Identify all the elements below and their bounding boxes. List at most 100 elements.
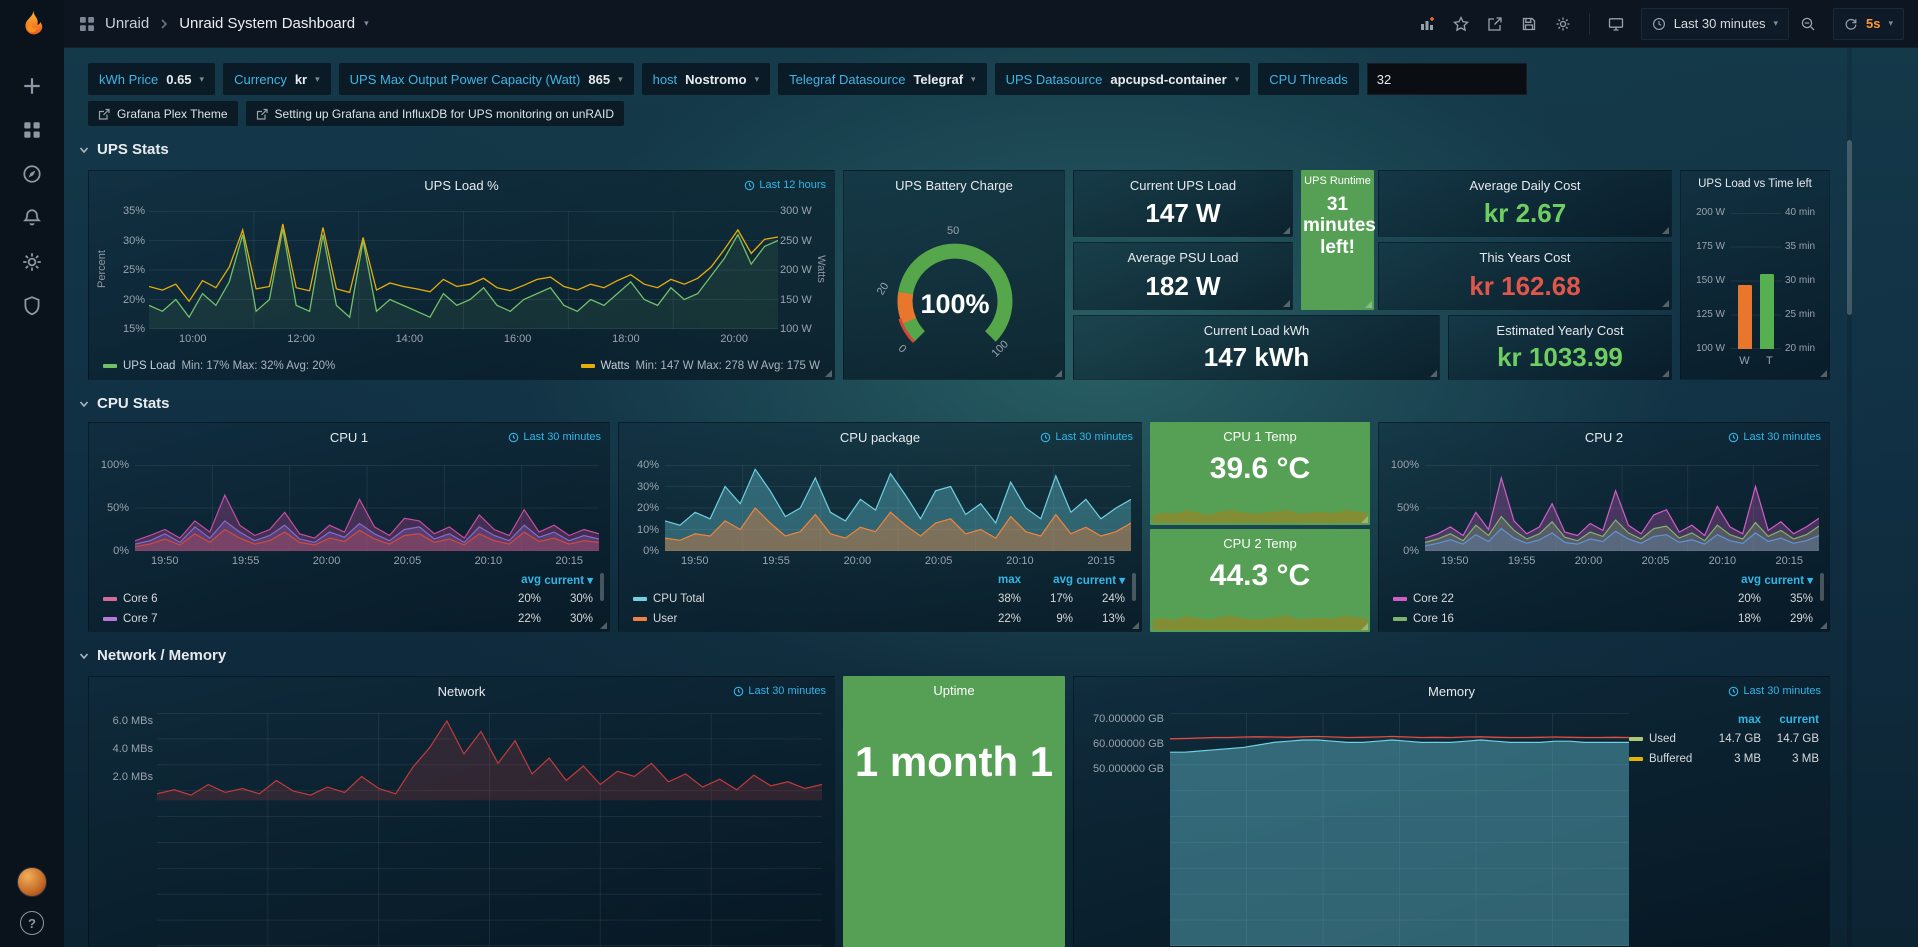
dashboard-settings-button[interactable] bbox=[1548, 9, 1578, 39]
legend-scrollbar[interactable] bbox=[1132, 573, 1136, 601]
legend-rows: Core 6 20% 30% Core 7 22% 30% bbox=[103, 589, 593, 629]
section-network-memory[interactable]: Network / Memory bbox=[78, 647, 226, 664]
link-ups-monitoring-guide[interactable]: Setting up Grafana and InfluxDB for UPS … bbox=[246, 101, 625, 126]
panel-title[interactable]: Uptime bbox=[843, 683, 1065, 698]
legend-row: CPU Total 38% 17% 24% bbox=[633, 589, 1125, 609]
share-button[interactable] bbox=[1480, 9, 1510, 39]
panel-ups-load-vs-time-left: UPS Load vs Time left 200 W175 W150 W125… bbox=[1680, 170, 1830, 380]
panel-time-range-badge[interactable]: Last 30 minutes bbox=[733, 685, 826, 697]
stat-value: 1 month 1 bbox=[843, 738, 1065, 786]
legend-header-row: avg current ▾ bbox=[1393, 571, 1813, 589]
legend-item[interactable]: UPS Load Min: 17% Max: 32% Avg: 20% bbox=[103, 360, 335, 372]
panel-title[interactable]: UPS Runtime bbox=[1301, 175, 1374, 187]
legend-item[interactable]: Watts Min: 147 W Max: 278 W Avg: 175 W bbox=[581, 360, 820, 372]
panel-title[interactable]: Memory bbox=[1074, 684, 1829, 699]
panel-title[interactable]: CPU 2 Temp bbox=[1150, 536, 1370, 551]
add-panel-button[interactable] bbox=[1412, 9, 1442, 39]
y-axis-ticks: 40%30%20%10%0% bbox=[625, 459, 659, 557]
panel-time-range-badge[interactable]: Last 30 minutes bbox=[1728, 685, 1821, 697]
panel-title[interactable]: Network bbox=[89, 684, 834, 699]
legend-row: Core 16 18% 29% bbox=[1393, 609, 1813, 629]
explore-compass-icon[interactable] bbox=[21, 163, 43, 185]
configuration-gear-icon[interactable] bbox=[21, 251, 43, 273]
help-icon[interactable]: ? bbox=[20, 911, 44, 935]
breadcrumb-page-title[interactable]: Unraid System Dashboard bbox=[179, 15, 355, 32]
section-cpu-stats[interactable]: CPU Stats bbox=[78, 395, 170, 412]
cpu1-chart[interactable] bbox=[135, 465, 599, 551]
navbar-divider bbox=[1589, 13, 1590, 35]
panel-title[interactable]: UPS Load vs Time left bbox=[1681, 178, 1829, 190]
legend-scrollbar[interactable] bbox=[1820, 573, 1824, 601]
time-range-picker[interactable]: Last 30 minutes ▾ bbox=[1641, 8, 1789, 40]
panel-title[interactable]: Average PSU Load bbox=[1074, 250, 1292, 265]
chevron-down-icon bbox=[78, 398, 90, 410]
panel-title[interactable]: This Years Cost bbox=[1379, 250, 1671, 265]
cpu-package-chart[interactable] bbox=[665, 465, 1131, 551]
refresh-picker[interactable]: 5s ▾ bbox=[1833, 8, 1904, 40]
legend-row: User 22% 9% 13% bbox=[633, 609, 1125, 629]
dashboard-scrollbar-thumb[interactable] bbox=[1847, 140, 1852, 315]
panel-title[interactable]: Current UPS Load bbox=[1074, 178, 1292, 193]
bar-time-left bbox=[1760, 274, 1774, 349]
panel-title[interactable]: Estimated Yearly Cost bbox=[1449, 323, 1671, 338]
x-axis-ticks: 19:5019:5520:0020:0520:1020:15 bbox=[135, 555, 599, 567]
grafana-logo[interactable] bbox=[15, 7, 49, 41]
panel-title[interactable]: UPS Battery Charge bbox=[844, 178, 1064, 193]
legend-scrollbar[interactable] bbox=[600, 573, 604, 601]
variable-dropdown-host[interactable]: host Nostromo ▾ bbox=[642, 63, 771, 95]
legend-rows: Used 14.7 GB 14.7 GB Buffered 3 MB 3 MB bbox=[1629, 729, 1819, 769]
legend-row: Core 22 20% 35% bbox=[1393, 589, 1813, 609]
clock-icon bbox=[508, 432, 519, 443]
zoom-out-button[interactable] bbox=[1793, 9, 1823, 39]
y-axis-ticks: 100%50%0% bbox=[1385, 459, 1419, 557]
alerting-bell-icon[interactable] bbox=[21, 207, 43, 229]
panel-title[interactable]: CPU 1 Temp bbox=[1150, 429, 1370, 444]
chart-legend: UPS Load Min: 17% Max: 32% Avg: 20% Watt… bbox=[103, 360, 820, 372]
save-button[interactable] bbox=[1514, 9, 1544, 39]
ups-load-chart[interactable] bbox=[149, 211, 778, 329]
clock-icon bbox=[1652, 17, 1666, 31]
network-chart[interactable] bbox=[157, 713, 822, 946]
dashboards-grid-icon[interactable] bbox=[21, 119, 43, 141]
legend-series-name: Core 22 bbox=[1413, 593, 1454, 605]
panel-title[interactable]: Average Daily Cost bbox=[1379, 178, 1671, 193]
legend-row: Buffered 3 MB 3 MB bbox=[1629, 749, 1819, 769]
panel-title[interactable]: UPS Load % bbox=[89, 178, 834, 193]
legend-color-dash bbox=[1393, 597, 1407, 601]
panel-time-range-badge[interactable]: Last 30 minutes bbox=[1728, 431, 1821, 443]
legend-series-stats: Min: 147 W Max: 278 W Avg: 175 W bbox=[636, 360, 821, 372]
external-link-icon bbox=[256, 108, 268, 120]
x-axis-ticks: W T bbox=[1731, 355, 1781, 367]
bar-gauge-plot[interactable] bbox=[1731, 213, 1781, 349]
dashboard-apps-icon[interactable] bbox=[78, 15, 96, 33]
dashboard-canvas: kWh Price 0.65 ▾ Currency kr ▾ UPS Max O… bbox=[64, 48, 1918, 947]
breadcrumb-folder[interactable]: Unraid bbox=[105, 15, 149, 32]
create-plus-icon[interactable] bbox=[21, 75, 43, 97]
star-button[interactable] bbox=[1446, 9, 1476, 39]
panel-time-range-badge[interactable]: Last 30 minutes bbox=[508, 431, 601, 443]
variable-dropdown-currency[interactable]: Currency kr ▾ bbox=[223, 63, 331, 95]
section-ups-stats[interactable]: UPS Stats bbox=[78, 141, 169, 158]
cycle-view-monitor-icon[interactable] bbox=[1601, 9, 1631, 39]
panel-cpu1: CPU 1 Last 30 minutes 100%50%0% 19:5019:… bbox=[88, 422, 610, 632]
panel-title[interactable]: Current Load kWh bbox=[1074, 323, 1439, 338]
variable-dropdown-ups-datasource[interactable]: UPS Datasource apcupsd-container ▾ bbox=[995, 63, 1251, 95]
panel-time-range-badge[interactable]: Last 30 minutes bbox=[1040, 431, 1133, 443]
chevron-down-icon[interactable]: ▾ bbox=[364, 19, 369, 28]
variable-dropdown-kwh-price[interactable]: kWh Price 0.65 ▾ bbox=[88, 63, 215, 95]
cpu-threads-input[interactable] bbox=[1367, 63, 1527, 95]
memory-chart[interactable] bbox=[1170, 713, 1629, 946]
variable-dropdown-telegraf-datasource[interactable]: Telegraf Datasource Telegraf ▾ bbox=[778, 63, 986, 95]
variable-dropdown-ups-max-output[interactable]: UPS Max Output Power Capacity (Watt) 865… bbox=[339, 63, 634, 95]
legend-row: Used 14.7 GB 14.7 GB bbox=[1629, 729, 1819, 749]
panel-time-range-badge[interactable]: Last 12 hours bbox=[744, 179, 826, 191]
user-avatar[interactable] bbox=[17, 867, 47, 897]
link-grafana-plex-theme[interactable]: Grafana Plex Theme bbox=[88, 101, 238, 126]
refresh-icon bbox=[1844, 17, 1858, 31]
legend-header-row: avg current ▾ bbox=[103, 571, 593, 589]
admin-shield-icon[interactable] bbox=[21, 295, 43, 317]
legend-series-stats: Min: 17% Max: 32% Avg: 20% bbox=[181, 360, 335, 372]
chevron-down-icon: ▾ bbox=[1773, 19, 1778, 28]
gauge-value: 100% bbox=[855, 289, 1055, 320]
cpu2-chart[interactable] bbox=[1425, 465, 1819, 551]
